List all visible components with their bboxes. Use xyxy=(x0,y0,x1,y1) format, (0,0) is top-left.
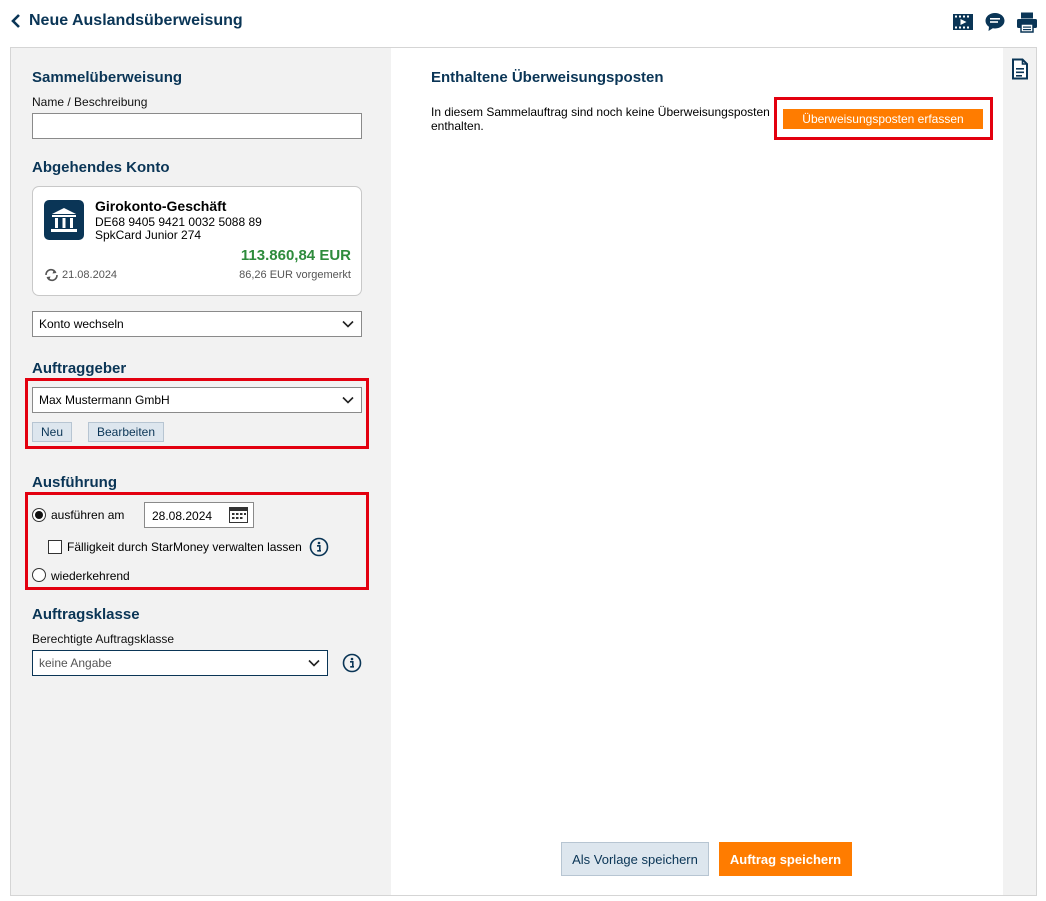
page-title: Neue Auslandsüberweisung xyxy=(29,12,243,29)
section-title-auftragsklasse: Auftragsklasse xyxy=(32,606,140,623)
add-transfer-item-button[interactable]: Überweisungsposten erfassen xyxy=(783,109,983,129)
account-card[interactable]: Girokonto-Geschäft DE68 9405 9421 0032 5… xyxy=(32,186,362,296)
starmoney-due-checkbox[interactable] xyxy=(48,540,62,554)
auftraggeber-value: Max Mustermann GmbH xyxy=(39,393,170,407)
chevron-down-icon xyxy=(308,659,320,667)
section-title-ausfuehrung: Ausführung xyxy=(32,474,117,491)
account-name: Girokonto-Geschäft xyxy=(95,198,227,214)
main-section-title: Enthaltene Überweisungsposten xyxy=(431,69,664,86)
info-icon[interactable] xyxy=(309,537,329,557)
name-input[interactable] xyxy=(32,113,362,139)
starmoney-due-label: Fälligkeit durch StarMoney verwalten las… xyxy=(67,540,302,554)
info-icon[interactable] xyxy=(342,653,362,673)
section-title-sammelueberweisung: Sammelüberweisung xyxy=(32,69,183,86)
account-reserved: 86,26 EUR vorgemerkt xyxy=(239,269,351,281)
section-title-auftraggeber: Auftraggeber xyxy=(32,360,127,377)
section-title-abgehendes-konto: Abgehendes Konto xyxy=(32,159,170,176)
chevron-down-icon xyxy=(342,396,354,404)
chat-icon[interactable] xyxy=(984,11,1006,33)
header: Neue Auslandsüberweisung xyxy=(0,0,1046,46)
bank-icon xyxy=(44,200,84,240)
auftragsklasse-select[interactable]: keine Angabe xyxy=(32,650,328,676)
left-panel: Sammelüberweisung Name / Beschreibung Ab… xyxy=(10,47,391,896)
account-switch-value: Konto wechseln xyxy=(39,317,124,331)
auftragsklasse-value: keine Angabe xyxy=(39,656,112,670)
refresh-icon[interactable] xyxy=(43,268,60,282)
auftragsklasse-label: Berechtigte Auftragsklasse xyxy=(32,632,175,646)
new-auftraggeber-button[interactable]: Neu xyxy=(32,422,72,442)
save-template-button[interactable]: Als Vorlage speichern xyxy=(561,842,709,876)
account-balance: 113.860,84 EUR xyxy=(240,247,351,264)
radio-recurring[interactable] xyxy=(32,568,46,582)
account-iban: DE68 9405 9421 0032 5088 89 xyxy=(95,215,262,229)
account-sync-date: 21.08.2024 xyxy=(43,268,117,282)
right-rail xyxy=(1003,47,1037,896)
chevron-left-icon xyxy=(11,14,20,28)
auftraggeber-select[interactable]: Max Mustermann GmbH xyxy=(32,387,362,413)
main-panel: Enthaltene Überweisungsposten In diesem … xyxy=(391,47,1003,896)
account-switch-select[interactable]: Konto wechseln xyxy=(32,311,362,337)
print-icon[interactable] xyxy=(1016,11,1038,33)
radio-execute-on-date[interactable] xyxy=(32,508,46,522)
calendar-icon[interactable] xyxy=(229,507,248,523)
back-button[interactable]: Neue Auslandsüberweisung xyxy=(10,12,243,30)
empty-message: In diesem Sammelauftrag sind noch keine … xyxy=(431,105,770,133)
document-icon[interactable] xyxy=(1010,58,1030,80)
name-label: Name / Beschreibung xyxy=(32,95,148,109)
execute-on-date-label: ausführen am xyxy=(51,508,125,522)
account-date-text: 21.08.2024 xyxy=(62,269,118,281)
edit-auftraggeber-button[interactable]: Bearbeiten xyxy=(88,422,164,442)
save-order-button[interactable]: Auftrag speichern xyxy=(719,842,852,876)
chevron-down-icon xyxy=(342,320,354,328)
video-icon[interactable] xyxy=(952,11,974,33)
recurring-label: wiederkehrend xyxy=(51,569,130,583)
account-type: SpkCard Junior 274 xyxy=(95,228,202,242)
